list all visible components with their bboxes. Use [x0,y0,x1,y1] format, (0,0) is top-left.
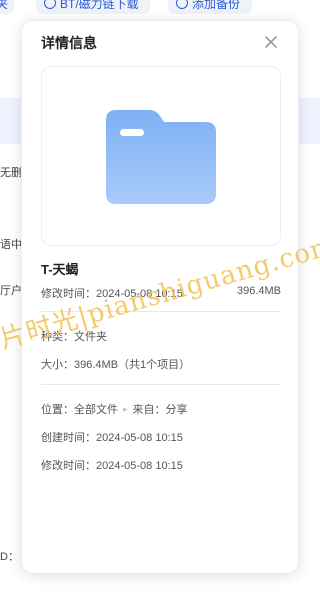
file-meta-row: 修改时间：2024-05-08 10:15 396.4MB [41,285,281,301]
close-icon [265,36,277,48]
bg-fragment: 语中 [0,239,22,251]
folder-icon [106,110,216,204]
divider [41,384,281,385]
close-button[interactable] [262,33,280,51]
panel-title: 详情信息 [41,35,97,51]
file-name: T-天蝎 [41,262,79,277]
type-line: 种类：文件夹 [41,331,107,343]
details-panel: 详情信息 T-天蝎 修改时间：2024-05-08 10:15 396.4MB … [21,20,299,574]
file-modified-time: 修改时间：2024-05-08 10:15 [41,288,183,300]
bt-download-button[interactable]: BT/磁力链下载 [36,0,150,14]
divider [41,311,281,312]
file-thumbnail [41,66,281,246]
location-source: 来自：分享 [132,404,188,416]
bt-download-label: BT/磁力链下载 [60,0,139,11]
location-line: 位置：全部文件 ▸ 来自：分享 [41,401,188,417]
file-size: 396.4MB [236,285,281,297]
plus-circle-icon [176,0,188,9]
size-line: 大小：396.4MB（共1个项目） [41,359,191,371]
created-time-line: 创建时间：2024-05-08 10:15 [41,432,183,444]
location-path: 位置：全部文件 [41,404,118,416]
add-backup-label: 添加备份 [192,0,241,11]
bg-fragment: 无删 [0,167,22,179]
link-icon [44,0,56,9]
bg-toolbar-button-left[interactable]: 夹 [0,0,14,14]
chevron-right-icon: ▸ [123,403,128,414]
modified-time-line: 修改时间：2024-05-08 10:15 [41,460,183,472]
bg-fragment: D： [0,551,19,563]
add-backup-button[interactable]: 添加备份 [168,0,252,14]
bg-toolbar-left-label: 夹 [0,0,9,11]
